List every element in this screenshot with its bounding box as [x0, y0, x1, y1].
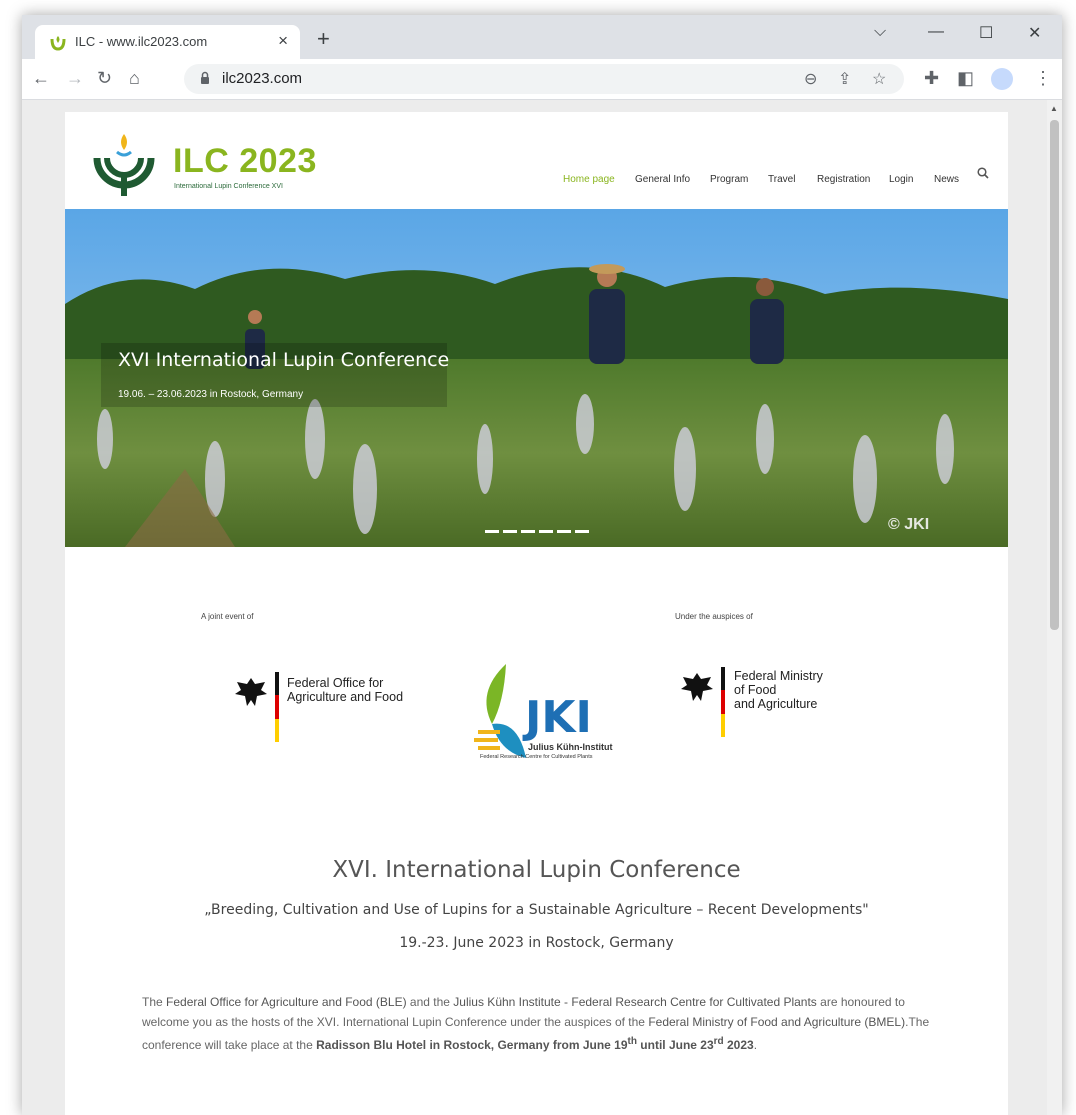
jki-link[interactable]: Julius Kühn Institute - Federal Research…: [453, 995, 817, 1009]
new-tab-icon[interactable]: +: [317, 26, 330, 52]
home-icon[interactable]: ⌂: [129, 68, 140, 89]
joint-event-label: A joint event of: [201, 612, 254, 621]
bmel-name-line1: Federal Ministry: [734, 669, 823, 683]
venue-text: Radisson Blu Hotel in Rostock, Germany f…: [316, 1038, 628, 1052]
slider-dot-3[interactable]: [521, 530, 535, 533]
bmel-name-line2: of Food: [734, 683, 777, 697]
nav-news[interactable]: News: [934, 174, 959, 185]
scroll-up-arrow-icon[interactable]: ▲: [1050, 104, 1058, 113]
tab-strip: ILC - www.ilc2023.com × + ⌵ — ☐ ✕: [22, 15, 1062, 59]
hero-slider[interactable]: XVI International Lupin Conference 19.06…: [65, 209, 1008, 547]
ilc-favicon-icon: [50, 36, 66, 51]
jki-subtitle: Federal Research Centre for Cultivated P…: [480, 754, 593, 760]
nav-home[interactable]: Home page: [563, 174, 615, 185]
nav-program[interactable]: Program: [710, 174, 748, 185]
menu-icon[interactable]: ⋮: [1034, 68, 1052, 89]
close-window-icon[interactable]: ✕: [1028, 23, 1041, 43]
bmel-logo[interactable]: Federal Ministry of Food and Agriculture: [679, 667, 879, 762]
browser-toolbar: ← → ↻ ⌂ ilc2023.com ⊖ ⇪ ☆ ✚ ◧ ⋮: [22, 59, 1062, 100]
tab-close-icon[interactable]: ×: [278, 31, 288, 51]
tab-title: ILC - www.ilc2023.com: [75, 34, 208, 49]
browser-window: ILC - www.ilc2023.com × + ⌵ — ☐ ✕ ← → ↻ …: [22, 15, 1062, 1115]
german-flag-bar: [275, 672, 279, 742]
year-text: 2023: [723, 1038, 754, 1052]
jki-logo[interactable]: JKI Julius Kühn-Institut Federal Researc…: [470, 662, 650, 772]
share-icon[interactable]: ⇪: [838, 69, 851, 89]
ble-logo[interactable]: Federal Office for Agriculture and Food: [233, 672, 433, 767]
extensions-icon[interactable]: ✚: [924, 68, 939, 89]
page-scrollbar[interactable]: ▲: [1047, 100, 1062, 1115]
bookmark-star-icon[interactable]: ☆: [872, 69, 886, 89]
conference-motto: „Breeding, Cultivation and Use of Lupins…: [204, 902, 869, 918]
ilc-logo-icon[interactable]: [89, 130, 159, 200]
zoom-icon[interactable]: ⊖: [804, 69, 817, 89]
nav-registration[interactable]: Registration: [817, 174, 870, 185]
site-page: ILC 2023 International Lupin Conference …: [65, 112, 1008, 1115]
browser-tab[interactable]: ILC - www.ilc2023.com ×: [35, 25, 300, 59]
side-panel-icon[interactable]: ◧: [957, 68, 974, 89]
ble-link[interactable]: Federal Office for Agriculture and Food …: [166, 995, 407, 1009]
slider-dot-6[interactable]: [575, 530, 589, 533]
slider-dot-5[interactable]: [557, 530, 571, 533]
slider-dot-2[interactable]: [503, 530, 517, 533]
hero-subtitle: 19.06. – 23.06.2023 in Rostock, Germany: [118, 389, 304, 400]
welcome-paragraph: The Federal Office for Agriculture and F…: [142, 992, 935, 1055]
url-text[interactable]: ilc2023.com: [222, 70, 302, 87]
logo-subtitle: International Lupin Conference XVI: [174, 183, 283, 190]
german-flag-bar: [721, 667, 725, 737]
back-icon[interactable]: ←: [32, 68, 50, 89]
jki-wordmark: JKI: [525, 692, 592, 743]
address-bar[interactable]: ilc2023.com ⊖ ⇪ ☆: [184, 64, 904, 94]
slider-dot-4[interactable]: [539, 530, 553, 533]
nav-travel[interactable]: Travel: [768, 174, 795, 185]
photo-credit: © JKI: [888, 516, 930, 533]
maximize-icon[interactable]: ☐: [979, 23, 993, 43]
nav-general-info[interactable]: General Info: [635, 174, 690, 185]
minimize-icon[interactable]: —: [928, 23, 944, 41]
logo-title[interactable]: ILC 2023: [173, 142, 317, 181]
search-icon[interactable]: [977, 167, 989, 179]
para-text: and the: [406, 995, 454, 1009]
nav-login[interactable]: Login: [889, 174, 913, 185]
scroll-thumb[interactable]: [1050, 120, 1059, 630]
forward-icon[interactable]: →: [66, 68, 84, 89]
conference-heading: XVI. International Lupin Conference: [332, 857, 741, 883]
reload-icon[interactable]: ↻: [97, 68, 112, 89]
hero-title: XVI International Lupin Conference: [118, 349, 450, 371]
slider-dot-1[interactable]: [485, 530, 499, 533]
until-text: until June 23: [636, 1038, 714, 1052]
ble-name-line2: Agriculture and Food: [287, 690, 404, 704]
para-text: .: [753, 1038, 758, 1052]
tab-search-icon[interactable]: ⌵: [874, 23, 886, 41]
site-header: ILC 2023 International Lupin Conference …: [65, 112, 1008, 209]
jki-name: Julius Kühn-Institut: [528, 742, 613, 752]
federal-eagle-icon: [681, 673, 713, 701]
jki-leaf-icon: [474, 664, 526, 758]
federal-eagle-icon: [235, 678, 267, 706]
ordinal-suffix: rd: [713, 1036, 724, 1047]
bmel-link[interactable]: Federal Ministry of Food and Agriculture…: [648, 1015, 905, 1029]
lock-icon[interactable]: [200, 71, 210, 85]
ble-name-line1: Federal Office for: [287, 676, 384, 690]
auspices-label: Under the auspices of: [675, 612, 753, 621]
ordinal-suffix: th: [627, 1036, 637, 1047]
profile-avatar-icon[interactable]: [991, 68, 1013, 90]
para-text: The: [142, 995, 167, 1009]
page-viewport: ILC 2023 International Lupin Conference …: [22, 100, 1062, 1115]
bmel-name-line3: and Agriculture: [734, 697, 818, 711]
conference-date: 19.-23. June 2023 in Rostock, Germany: [399, 935, 674, 951]
